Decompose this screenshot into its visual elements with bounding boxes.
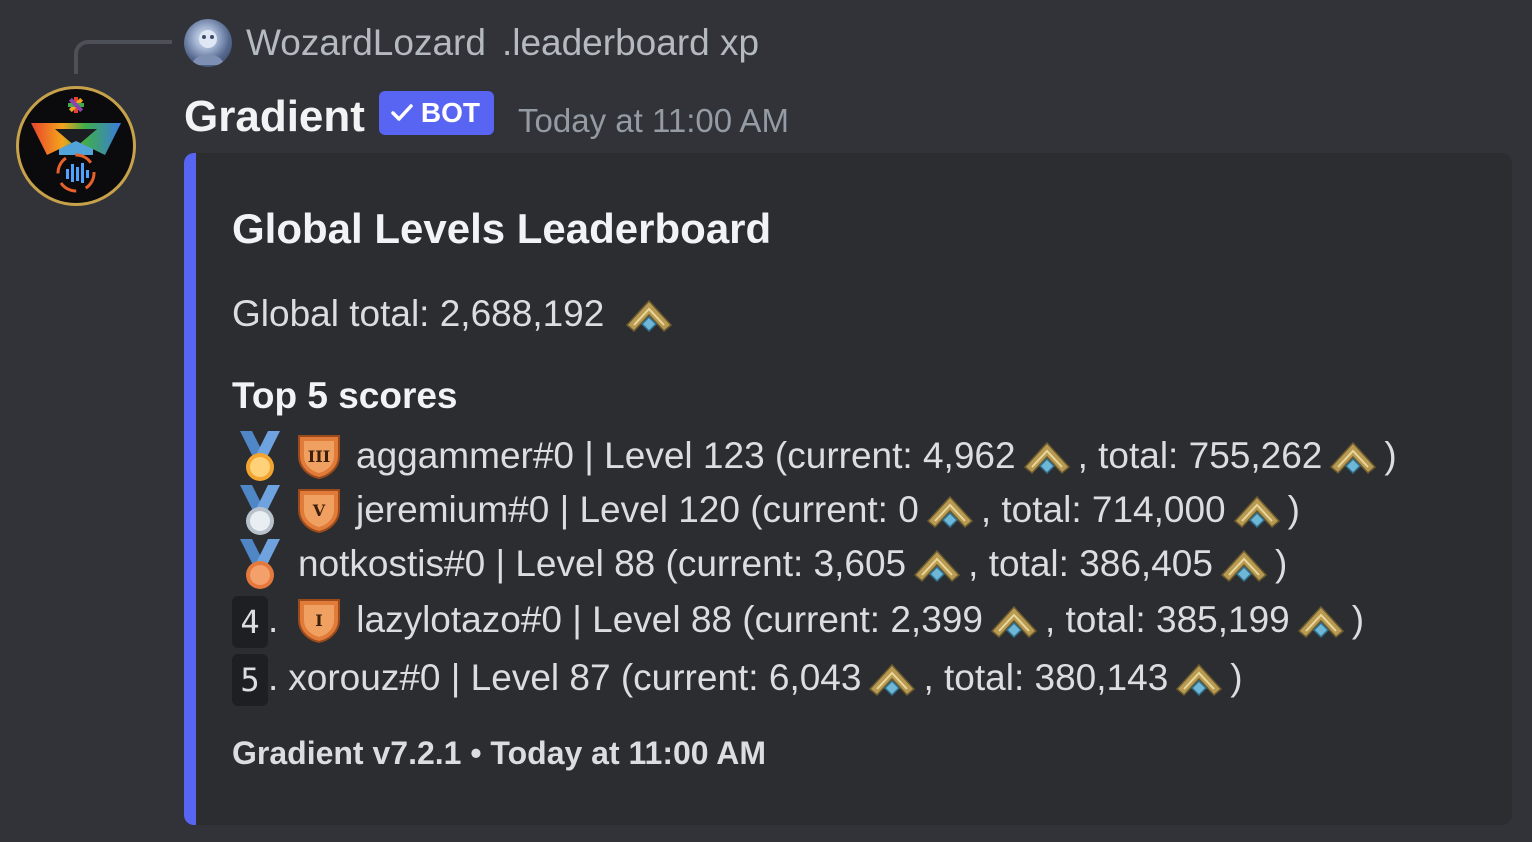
xp-chevron-icon bbox=[869, 663, 916, 697]
user-avatar-icon bbox=[192, 30, 224, 65]
xp-chevron-icon bbox=[1023, 441, 1070, 475]
bot-badge-label: BOT bbox=[420, 97, 481, 128]
rank-shield-icon: V bbox=[298, 489, 340, 534]
rank-number: 4 bbox=[232, 596, 268, 648]
embed-title: Global Levels Leaderboard bbox=[232, 205, 772, 252]
xp-chevron-icon bbox=[1176, 663, 1223, 697]
row-closing: ) bbox=[1230, 657, 1243, 698]
rank-number: 5 bbox=[232, 654, 268, 706]
rank-shield-icon: I bbox=[298, 599, 341, 644]
svg-text:V: V bbox=[312, 501, 326, 520]
gradient-logo-icon bbox=[31, 97, 121, 193]
row-closing: ) bbox=[1274, 543, 1288, 584]
top-scores-heading: Top 5 scores bbox=[232, 375, 458, 416]
global-total-text: Global total: 2,688,192 bbox=[232, 293, 605, 334]
checkmark-icon bbox=[391, 104, 413, 121]
xp-chevron-icon bbox=[1330, 441, 1377, 475]
row-user-level-current: xorouz#0 | Level 87 (current: 6,043 bbox=[288, 657, 862, 698]
xp-chevron-icon bbox=[1233, 495, 1280, 529]
row-total: , total: 380,143 bbox=[923, 657, 1169, 698]
global-total: Global total: 2,688,192 bbox=[232, 293, 680, 335]
row-total: , total: 714,000 bbox=[980, 489, 1226, 530]
leaderboard-list: 1IIIaggammer#0 | Level 123 (current: 4,9… bbox=[232, 429, 1397, 707]
row-closing: ) bbox=[1351, 599, 1365, 640]
leaderboard-row: 5. xorouz#0 | Level 87 (current: 6,043 , t… bbox=[232, 649, 1397, 707]
leaderboard-row: 3notkostis#0 | Level 88 (current: 3,605,… bbox=[232, 537, 1397, 591]
reply-command-text[interactable]: .leaderboard xp bbox=[502, 22, 759, 64]
leaderboard-row: 2Vjeremium#0 | Level 120 (current: 0, to… bbox=[232, 483, 1397, 537]
leaderboard-row: 4. Ilazylotazo#0 | Level 88 (current: 2,3… bbox=[232, 591, 1397, 649]
row-user-level-current: jeremium#0 | Level 120 (current: 0 bbox=[356, 489, 919, 530]
svg-text:III: III bbox=[308, 447, 330, 466]
leaderboard-row: 1IIIaggammer#0 | Level 123 (current: 4,9… bbox=[232, 429, 1397, 483]
row-closing: ) bbox=[1287, 489, 1300, 530]
silver-medal-icon bbox=[240, 485, 280, 535]
row-user-level-current: lazylotazo#0 | Level 88 (current: 2,399 bbox=[356, 599, 983, 640]
message-header: Gradient BOT Today at 11:00 AM bbox=[184, 86, 789, 148]
xp-chevron-icon bbox=[990, 605, 1038, 639]
row-user-level-current: notkostis#0 | Level 88 (current: 3,605 bbox=[298, 543, 907, 584]
embed-footer: Gradient v7.2.1 • Today at 11:00 AM bbox=[232, 735, 767, 771]
bot-badge: BOT bbox=[378, 91, 495, 135]
row-total: , total: 385,199 bbox=[1044, 599, 1290, 640]
rank-suffix: . bbox=[268, 599, 279, 640]
xp-chevron-icon bbox=[1297, 605, 1344, 639]
bronze-medal-icon bbox=[240, 539, 280, 589]
message-timestamp[interactable]: Today at 11:00 AM bbox=[518, 102, 789, 140]
row-total: , total: 386,405 bbox=[968, 543, 1213, 584]
xp-chevron-icon bbox=[626, 299, 673, 333]
author-name[interactable]: Gradient bbox=[184, 92, 365, 142]
reply-avatar[interactable] bbox=[184, 19, 232, 67]
rank-shield-icon: III bbox=[298, 435, 340, 480]
row-closing: ) bbox=[1384, 435, 1397, 476]
bot-avatar[interactable] bbox=[16, 86, 136, 206]
reply-username[interactable]: WozardLozard bbox=[246, 22, 486, 64]
reply-preview[interactable]: WozardLozard .leaderboard xp bbox=[184, 18, 759, 68]
xp-chevron-icon bbox=[926, 495, 973, 529]
rank-suffix: . bbox=[268, 657, 279, 698]
row-total: , total: 755,262 bbox=[1077, 435, 1323, 476]
xp-chevron-icon bbox=[914, 549, 961, 583]
embed: Global Levels Leaderboard Global total: … bbox=[184, 153, 1512, 825]
xp-chevron-icon bbox=[1220, 549, 1268, 583]
row-user-level-current: aggammer#0 | Level 123 (current: 4,962 bbox=[356, 435, 1016, 476]
embed-accent-bar bbox=[184, 153, 196, 825]
reply-connector bbox=[74, 40, 172, 74]
gold-medal-icon bbox=[240, 431, 280, 481]
svg-text:I: I bbox=[316, 611, 323, 630]
